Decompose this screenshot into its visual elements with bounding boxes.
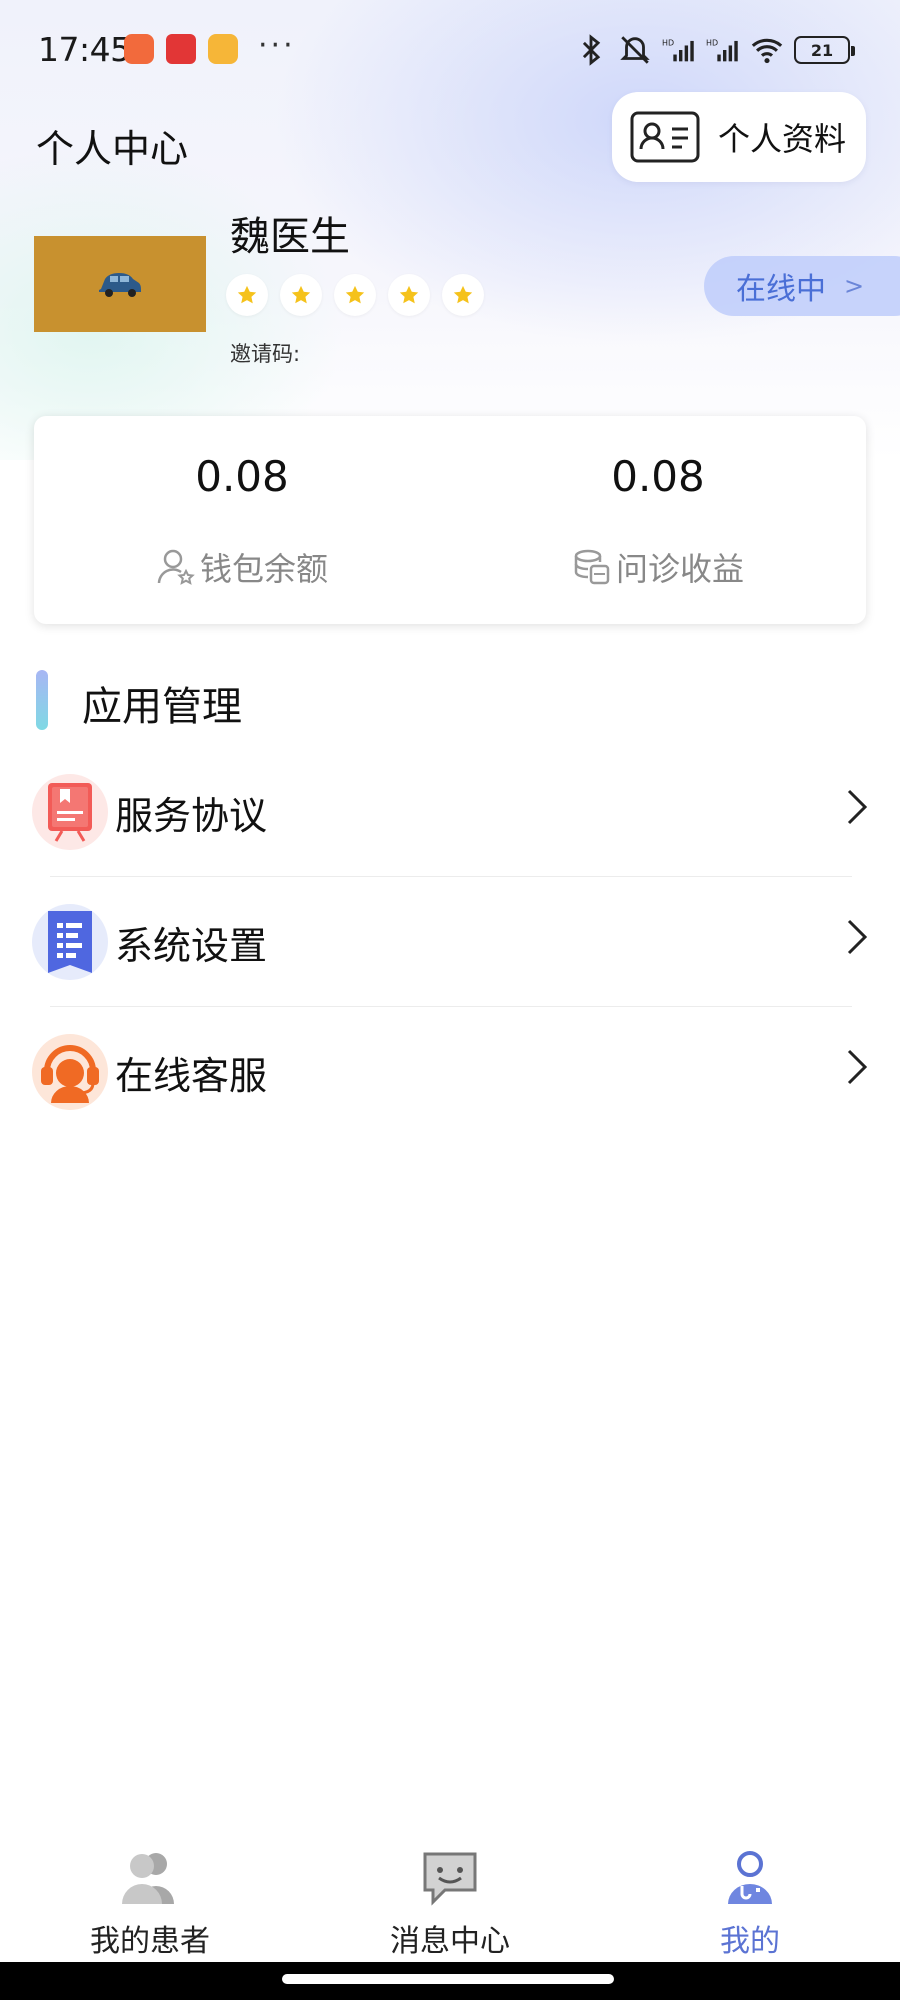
chevron-right-icon [844,787,870,837]
tab-label: 我的患者 [90,1924,210,1959]
menu-item-service-agreement[interactable]: 服务协议 [0,748,900,876]
star-icon [388,274,430,316]
consultation-earnings-label: 问诊收益 [615,550,744,588]
consultation-earnings-value: 0.08 [611,452,705,501]
patients-icon [122,1853,174,1904]
status-bar: 17:45 ··· HD HD 21 [0,0,900,100]
svg-text:HD: HD [706,38,718,47]
tab-message-center[interactable]: 消息中心 [340,1850,560,1970]
coins-icon [574,549,610,585]
rating-stars [226,274,484,316]
star-icon [280,274,322,316]
star-icon [226,274,268,316]
star-icon [442,274,484,316]
notification-app-icon [208,34,238,64]
id-card-icon [630,111,700,163]
settings-doc-icon [32,904,108,980]
notification-app-icon [166,34,196,64]
tab-label: 消息中心 [390,1924,510,1959]
car-image-icon [99,273,141,297]
menu-item-label: 在线客服 [115,1053,268,1098]
more-notifications-icon: ··· [258,28,296,63]
consultation-earnings[interactable]: 0.08 问诊收益 [450,416,866,624]
chevron-right-icon: > [844,272,865,300]
avatar[interactable] [34,236,206,332]
online-status-button[interactable]: 在线中 > [704,256,900,316]
online-status-label: 在线中 [736,272,826,307]
doctor-profile-icon [728,1851,772,1904]
mute-icon [620,36,650,64]
menu-item-system-settings[interactable]: 系统设置 [0,878,900,1006]
signal-icon: HD [706,38,738,62]
personal-info-button[interactable]: 个人资料 [612,92,866,182]
notification-app-icon [124,34,154,64]
agreement-icon [32,774,108,850]
bluetooth-icon [582,34,601,66]
menu-divider [50,876,852,877]
menu-divider [50,1006,852,1007]
menu-item-label: 系统设置 [115,923,268,968]
section-accent-bar [36,670,48,730]
wallet-balance[interactable]: 0.08 钱包余额 [34,416,450,624]
signal-icon: HD [662,38,694,62]
user-star-icon [157,549,195,585]
wifi-icon [751,38,783,64]
headset-agent-icon [32,1034,108,1110]
personal-info-label: 个人资料 [718,120,847,158]
wallet-balance-value: 0.08 [195,452,289,501]
tab-mine[interactable]: 我的 [640,1850,860,1970]
message-icon [423,1852,477,1906]
tab-my-patients[interactable]: 我的患者 [40,1850,260,1970]
section-title: 应用管理 [82,684,242,730]
invite-code-label: 邀请码: [230,342,301,366]
chevron-right-icon [844,917,870,967]
chevron-right-icon [844,1047,870,1097]
menu-item-online-support[interactable]: 在线客服 [0,1008,900,1136]
page-title: 个人中心 [36,127,189,171]
svg-text:HD: HD [662,38,674,47]
menu-item-label: 服务协议 [115,793,268,838]
balance-card: 0.08 钱包余额 0.08 问诊收益 [34,416,866,624]
star-icon [334,274,376,316]
status-time: 17:45 [38,30,131,69]
wallet-balance-label: 钱包余额 [199,550,328,588]
battery-icon: 21 [794,36,855,64]
tab-label: 我的 [720,1924,780,1959]
doctor-name: 魏医生 [230,214,350,260]
home-indicator[interactable] [282,1974,614,1984]
